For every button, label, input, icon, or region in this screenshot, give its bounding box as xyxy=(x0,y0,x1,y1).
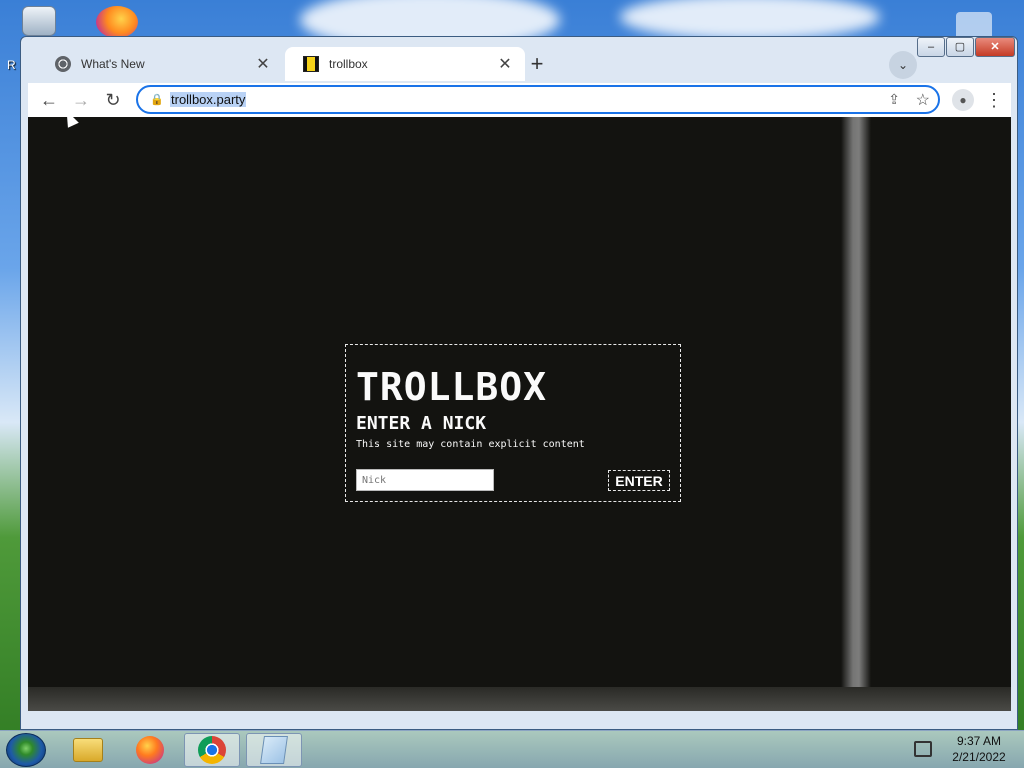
content-warning: This site may contain explicit content xyxy=(356,439,585,450)
network-tray-icon[interactable] xyxy=(914,741,932,757)
tab-whats-new[interactable]: What's New ✕ xyxy=(37,47,283,81)
minimize-button[interactable]: – xyxy=(917,37,945,57)
folder-icon xyxy=(73,738,103,762)
start-button[interactable] xyxy=(6,733,46,767)
tab-strip: What's New ✕ trollbox ✕ + ⌄ xyxy=(29,45,1009,81)
desktop-icon-label: R xyxy=(7,58,16,72)
maximize-button[interactable]: ▢ xyxy=(946,37,974,57)
page-viewport: TROLLBOX ENTER A NICK This site may cont… xyxy=(28,117,1011,711)
taskbar-chrome[interactable] xyxy=(184,733,240,767)
taskbar-firefox[interactable] xyxy=(122,733,178,767)
recycle-bin-icon[interactable] xyxy=(22,6,56,36)
taskbar: 9:37 AM 2/21/2022 xyxy=(0,730,1024,768)
page-bottom-band xyxy=(28,687,1011,711)
system-clock[interactable]: 9:37 AM 2/21/2022 xyxy=(940,733,1018,765)
chrome-favicon-icon xyxy=(55,56,71,72)
address-bar[interactable]: 🔒 trollbox.party ⇪ ☆ xyxy=(136,85,940,114)
tab-title: trollbox xyxy=(329,57,368,71)
tab-search-button[interactable]: ⌄ xyxy=(889,51,917,79)
taskbar-notepad[interactable] xyxy=(246,733,302,767)
firefox-desktop-icon[interactable] xyxy=(96,6,138,38)
tab-title: What's New xyxy=(81,57,145,71)
clock-time: 9:37 AM xyxy=(956,734,1002,748)
share-icon[interactable]: ⇪ xyxy=(888,91,900,108)
nick-dialog: TROLLBOX ENTER A NICK This site may cont… xyxy=(345,344,681,502)
browser-window: What's New ✕ trollbox ✕ + ⌄ – ▢ ✕ ← → ↻ … xyxy=(20,36,1018,730)
lock-icon[interactable]: 🔒 xyxy=(150,93,164,106)
profile-avatar-icon[interactable]: ● xyxy=(952,89,974,111)
close-window-button[interactable]: ✕ xyxy=(975,37,1015,57)
taskbar-explorer[interactable] xyxy=(60,733,116,767)
address-url[interactable]: trollbox.party xyxy=(170,92,247,107)
nick-input[interactable] xyxy=(356,469,494,491)
new-tab-button[interactable]: + xyxy=(523,51,551,79)
chrome-icon xyxy=(198,736,226,764)
bookmark-star-icon[interactable]: ☆ xyxy=(916,90,930,110)
dialog-subtitle: ENTER A NICK xyxy=(356,413,487,434)
tab-close-icon[interactable]: ✕ xyxy=(495,54,515,74)
notepad-icon xyxy=(260,736,288,764)
decorative-light-bar xyxy=(841,117,871,711)
reload-button[interactable]: ↻ xyxy=(100,87,126,113)
browser-menu-icon[interactable]: ⋮ xyxy=(984,87,1004,113)
page-title: TROLLBOX xyxy=(356,365,548,409)
back-button[interactable]: ← xyxy=(36,87,62,113)
desktop-cloud xyxy=(620,0,880,40)
browser-toolbar: ← → ↻ 🔒 trollbox.party ⇪ ☆ ● ⋮ xyxy=(28,83,1011,117)
trollbox-favicon-icon xyxy=(303,56,319,72)
firefox-icon xyxy=(136,736,164,764)
clock-date: 2/21/2022 xyxy=(952,750,1006,764)
enter-button[interactable]: ENTER xyxy=(608,470,670,491)
tab-trollbox[interactable]: trollbox ✕ xyxy=(285,47,525,81)
tab-close-icon[interactable]: ✕ xyxy=(253,54,273,74)
